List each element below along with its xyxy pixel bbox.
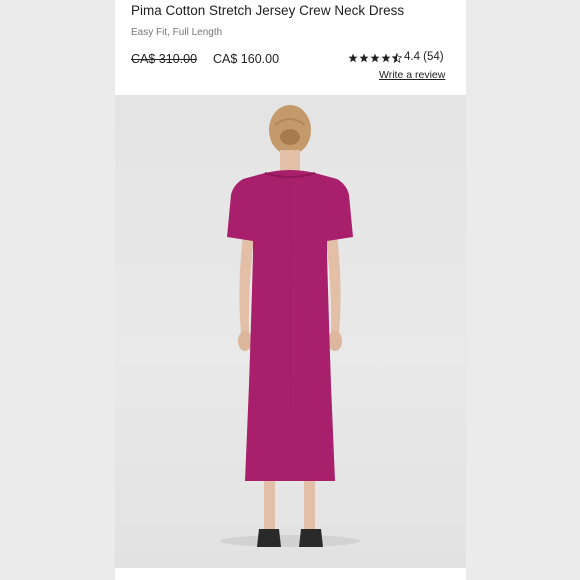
star-icon — [348, 53, 358, 63]
product-photo[interactable] — [115, 95, 466, 568]
product-card: Pima Cotton Stretch Jersey Crew Neck Dre… — [115, 0, 466, 580]
rating-stars — [348, 53, 402, 63]
product-subtitle: Easy Fit, Full Length — [131, 27, 223, 38]
write-review-link[interactable]: Write a review — [379, 69, 445, 81]
product-info-header: Pima Cotton Stretch Jersey Crew Neck Dre… — [115, 0, 466, 95]
bottom-strip — [115, 568, 466, 580]
sale-price: CA$ 160.00 — [213, 52, 280, 66]
original-price: CA$ 310.00 — [131, 52, 198, 66]
star-icon — [370, 53, 380, 63]
star-icon — [381, 53, 391, 63]
product-title: Pima Cotton Stretch Jersey Crew Neck Dre… — [131, 3, 405, 18]
rating-summary[interactable]: 4.4 (54) — [404, 51, 444, 63]
star-half-icon — [392, 53, 402, 63]
star-icon — [359, 53, 369, 63]
model-illustration — [220, 105, 360, 547]
